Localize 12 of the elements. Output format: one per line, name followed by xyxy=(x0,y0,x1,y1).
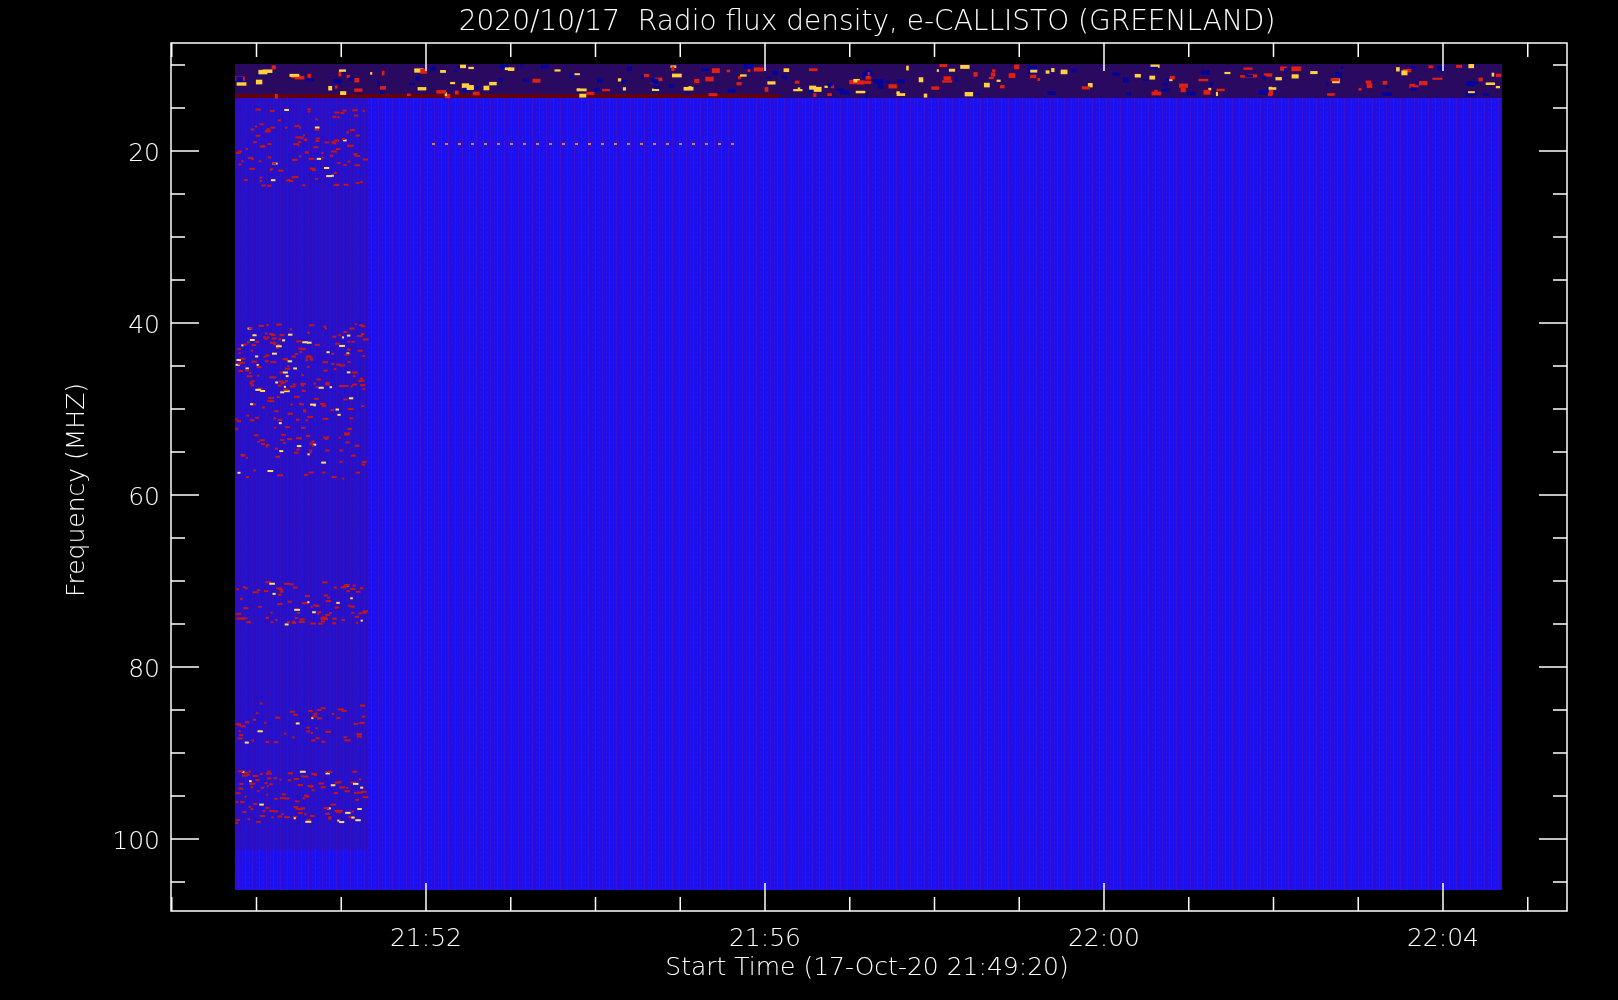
x-axis-label: Start Time (17-Oct-20 21:49:20) xyxy=(665,952,1069,981)
y-tick-label: 100 xyxy=(112,826,160,855)
y-tick-label: 80 xyxy=(128,654,160,683)
y-tick-label: 40 xyxy=(128,310,160,339)
x-tick-label: 21:56 xyxy=(729,923,801,952)
y-axis-label: Frequency (MHZ) xyxy=(61,382,90,598)
y-tick-label: 20 xyxy=(128,138,160,167)
x-tick-label: 21:52 xyxy=(390,923,462,952)
plot-title: 2020/10/17 Radio flux density, e-CALLISTO (GREENLAND) xyxy=(458,4,1276,37)
x-tick-label: 22:04 xyxy=(1407,923,1479,952)
y-tick-label: 60 xyxy=(128,482,160,511)
x-tick-label: 22:00 xyxy=(1068,923,1140,952)
